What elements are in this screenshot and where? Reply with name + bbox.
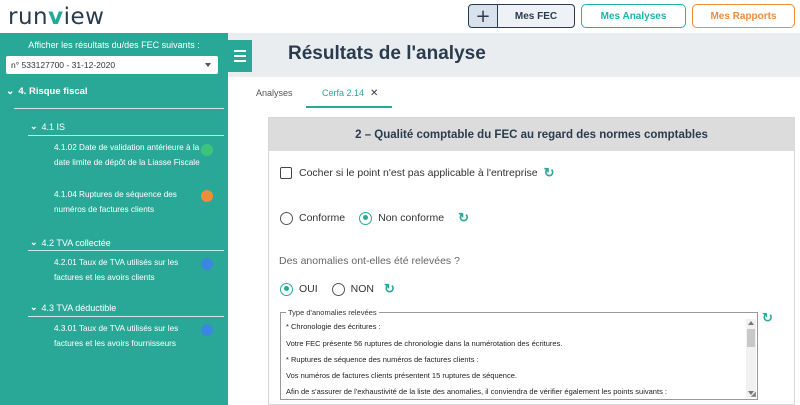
fec-select-value: n° 533127700 - 31-12-2020	[11, 60, 116, 70]
not-applicable-row: Cocher si le point n'est pas applicable …	[280, 165, 555, 181]
refresh-icon[interactable]: ↻	[544, 165, 555, 181]
anomaly-line: Afin de s'assurer de l'exhaustivité de l…	[286, 387, 667, 396]
conformity-radio-group: Conforme Non conforme ↻	[280, 210, 469, 226]
tabs: Analyses Cerfa 2.14 ✕	[240, 82, 800, 109]
sidebar-section-risque-fiscal[interactable]: ⌄ 4. Risque fiscal	[6, 86, 88, 97]
sidebar-item-4-1-02[interactable]: 4.1.02 Date de validation antérieure à l…	[54, 141, 204, 170]
logo-text-v: v	[48, 4, 64, 30]
anomalies-legend: Type d'anomalies relevées	[286, 308, 379, 317]
radio-non[interactable]	[331, 282, 345, 296]
divider	[14, 108, 224, 109]
scrollbar-thumb[interactable]	[747, 329, 755, 347]
sidebar-group-label: 4.1 IS	[41, 121, 66, 132]
top-bar: run v iew + Mes FEC Mes Analyses Mes Rappo…	[0, 0, 800, 33]
sidebar-group-tva-collectee[interactable]: ⌄ 4.2 TVA collectée	[30, 237, 111, 248]
status-dot-orange	[201, 190, 213, 202]
tab-cerfa-label: Cerfa 2.14	[322, 88, 365, 98]
sidebar: Afficher les résultats du/des FEC suivan…	[0, 33, 228, 405]
sidebar-group-tva-deductible[interactable]: ⌄ 4.3 TVA déductible	[30, 302, 116, 313]
divider	[28, 316, 224, 317]
radio-non-conforme-label: Non conforme	[378, 212, 445, 224]
divider	[28, 250, 224, 251]
sidebar-group-is[interactable]: ⌄ 4.1 IS	[30, 121, 65, 132]
tab-cerfa[interactable]: Cerfa 2.14 ✕	[322, 88, 378, 99]
anomaly-line: Votre FEC présente 56 ruptures de chrono…	[286, 339, 563, 348]
sidebar-title: Afficher les résultats du/des FEC suivan…	[28, 40, 200, 50]
mes-rapports-button[interactable]: Mes Rapports	[692, 4, 795, 28]
chevron-down-icon: ⌄	[6, 86, 15, 97]
sidebar-item-4-1-04[interactable]: 4.1.04 Ruptures de séquence des numéros …	[54, 188, 204, 217]
radio-oui[interactable]	[280, 282, 293, 296]
sidebar-group-label: 4.3 TVA déductible	[41, 302, 117, 313]
anomalies-radio-group: OUI NON ↻	[280, 281, 395, 297]
add-fec-button[interactable]: +	[468, 4, 498, 28]
chevron-down-icon: ⌄	[30, 237, 38, 247]
resize-handle-icon[interactable]: ◢	[751, 391, 756, 398]
radio-conforme[interactable]	[280, 211, 293, 225]
scrollbar[interactable]	[746, 319, 756, 397]
sidebar-item-4-2-01[interactable]: 4.2.01 Taux de TVA utilisés sur les fact…	[54, 256, 204, 285]
chevron-down-icon: ⌄	[30, 121, 38, 131]
anomalies-question: Des anomalies ont-elles été relevées ?	[279, 255, 460, 267]
refresh-icon[interactable]: ↻	[762, 311, 773, 326]
sidebar-item-4-3-01[interactable]: 4.3.01 Taux de TVA utilisés sur les fact…	[54, 322, 204, 351]
not-applicable-label: Cocher si le point n'est pas applicable …	[299, 167, 538, 179]
tab-analyses[interactable]: Analyses	[256, 88, 293, 98]
mes-analyses-button[interactable]: Mes Analyses	[581, 4, 686, 28]
anomalies-textarea[interactable]: Type d'anomalies relevées * Chronologie …	[280, 308, 758, 400]
sidebar-section-label: 4. Risque fiscal	[18, 86, 88, 97]
status-dot-blue	[201, 324, 213, 336]
anomaly-line: * Chronologie des écritures :	[286, 322, 381, 331]
card-title: 2 – Qualité comptable du FEC au regard d…	[269, 118, 794, 151]
anomaly-line: Vos numéros de factures clients présente…	[286, 371, 517, 380]
divider	[28, 135, 224, 136]
not-applicable-checkbox[interactable]	[280, 167, 292, 179]
anomaly-line: * Ruptures de séquence des numéros de fa…	[286, 355, 479, 364]
fec-select[interactable]: n° 533127700 - 31-12-2020	[6, 56, 218, 74]
chevron-down-icon: ⌄	[30, 302, 38, 312]
runview-logo[interactable]: run v iew	[8, 3, 104, 29]
status-dot-blue	[201, 258, 213, 270]
scroll-up-icon[interactable]	[748, 321, 754, 325]
active-tab-indicator	[306, 106, 392, 108]
logo-text-iew: iew	[63, 4, 105, 30]
refresh-icon[interactable]: ↻	[458, 210, 469, 226]
page-title: Résultats de l'analyse	[288, 43, 486, 64]
main-header: Résultats de l'analyse	[228, 33, 800, 77]
logo-text-run: run	[8, 4, 49, 30]
status-dot-green	[201, 144, 213, 156]
radio-conforme-label: Conforme	[299, 212, 346, 224]
refresh-icon[interactable]: ↻	[384, 281, 395, 297]
caret-down-icon	[205, 63, 211, 67]
menu-toggle-icon[interactable]	[228, 40, 252, 72]
radio-non-label: NON	[350, 283, 375, 295]
sidebar-group-label: 4.2 TVA collectée	[41, 237, 111, 248]
close-icon[interactable]: ✕	[370, 88, 378, 99]
radio-non-conforme[interactable]	[359, 211, 373, 225]
radio-oui-label: OUI	[299, 283, 318, 295]
mes-fec-button[interactable]: Mes FEC	[497, 4, 575, 28]
